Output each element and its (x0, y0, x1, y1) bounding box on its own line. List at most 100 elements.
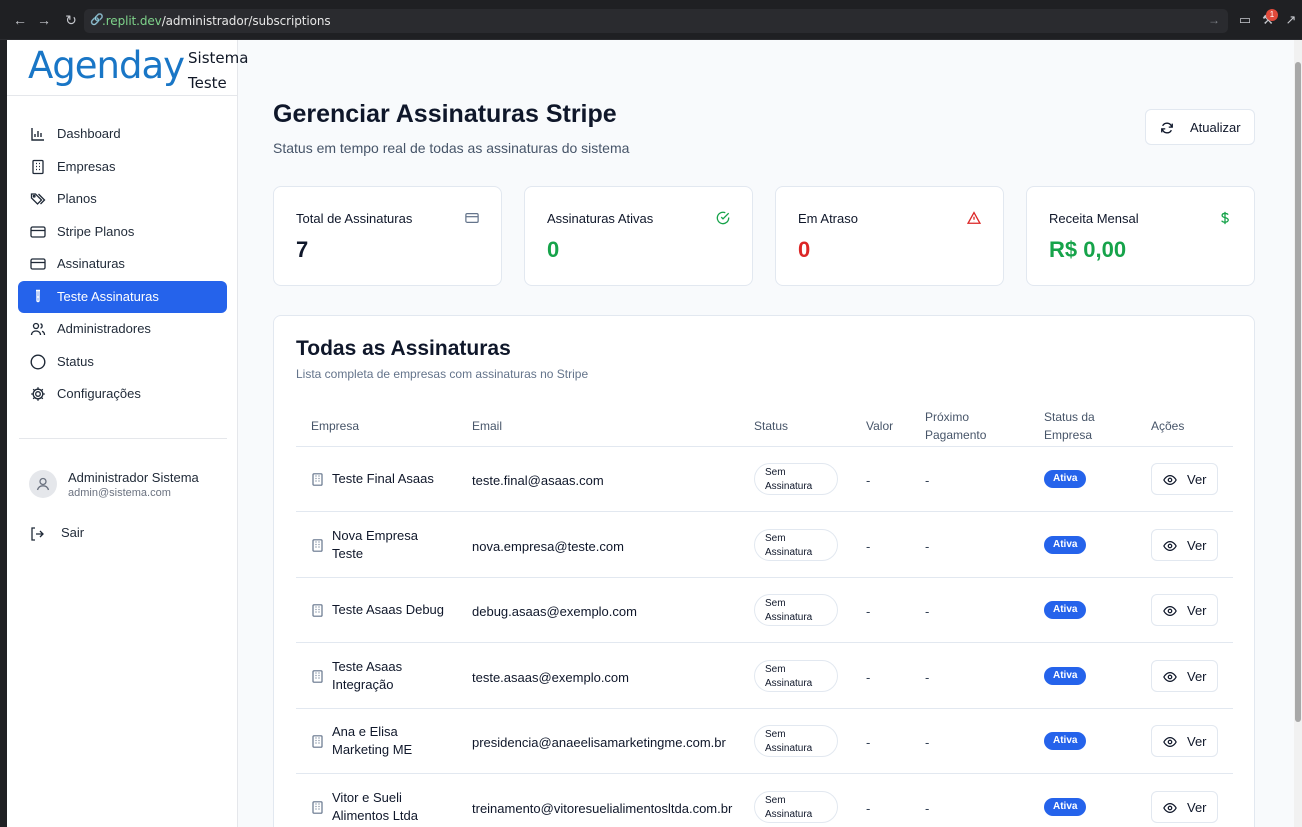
company-status-badge: Ativa (1044, 798, 1087, 816)
url-text: .replit.dev/administrador/subscriptions (102, 14, 331, 28)
table-row: Ana e Elisa Marketing ME presidencia@ana… (296, 709, 1233, 775)
sidebar-item-status[interactable]: Status (18, 346, 227, 378)
company-status-badge: Ativa (1044, 470, 1087, 488)
bar-chart-icon (31, 128, 44, 141)
table-row: Nova Empresa Teste nova.empresa@teste.co… (296, 513, 1233, 578)
company-name-line-2: Alimentos Ltda (332, 808, 418, 823)
header-status: Status (754, 419, 789, 433)
browser-toolbar: ← → ↻ 🔗 .replit.dev/administrador/subscr… (0, 0, 1302, 40)
sidebar-menu: Dashboard Empresas Planos Stripe Planos … (18, 118, 227, 411)
sidebar-item-assinaturas[interactable]: Assinaturas (18, 248, 227, 280)
header-empresa: Empresa (311, 419, 360, 433)
address-bar[interactable]: 🔗 .replit.dev/administrador/subscription… (84, 9, 1228, 33)
view-button[interactable]: Ver (1151, 528, 1218, 561)
company-status-badge: Ativa (1044, 732, 1087, 751)
company-email: teste.final@asaas.com (472, 473, 604, 488)
scrollbar-thumb[interactable] (1295, 62, 1301, 722)
valor-cell: - (866, 669, 871, 685)
company-name-line-1: Nova Empresa (332, 527, 418, 543)
table-row: Teste Asaas Debug debug.asaas@exemplo.co… (296, 578, 1233, 644)
company-name: Teste Final Asaas (332, 470, 462, 488)
eye-icon (1163, 606, 1177, 617)
page-title: Gerenciar Assinaturas Stripe (273, 100, 617, 128)
sidebar-item-label: Configurações (57, 386, 141, 401)
company-email: treinamento@vitoresuelialimentosltda.com… (472, 801, 733, 816)
sidebar-item-planos[interactable]: Planos (18, 183, 227, 215)
view-button-label: Ver (1187, 603, 1207, 619)
avatar[interactable] (29, 470, 57, 498)
table-row: Teste Final Asaas teste.final@asaas.com … (296, 447, 1233, 512)
company-email: debug.asaas@exemplo.com (472, 604, 637, 620)
test-tube-icon (36, 289, 40, 302)
proximo-pagamento-cell: - (925, 604, 930, 620)
external-link-icon[interactable]: ↗ (1283, 12, 1299, 28)
view-button[interactable]: Ver (1151, 659, 1218, 692)
header-email: Email (472, 419, 503, 433)
sidebar-item-configuracoes[interactable]: Configurações (18, 378, 227, 410)
valor-cell: - (866, 473, 871, 488)
proximo-pagamento-cell: - (925, 735, 930, 751)
stat-card-total: Total de Assinaturas 7 (273, 186, 502, 286)
status-line-2: Assinatura (765, 612, 813, 624)
subscription-status-badge: Sem Assinatura (754, 463, 838, 495)
valor-cell: - (866, 801, 871, 816)
sidebar-item-administradores[interactable]: Administradores (18, 313, 227, 345)
go-arrow-icon[interactable]: → (1208, 13, 1220, 27)
company-status-badge: Ativa (1044, 601, 1087, 620)
view-button[interactable]: Ver (1151, 463, 1218, 495)
eye-icon (1163, 803, 1177, 813)
logout-button[interactable]: Sair (29, 524, 129, 544)
building-icon (312, 473, 323, 486)
view-button[interactable]: Ver (1151, 725, 1218, 758)
view-button-label: Ver (1187, 668, 1207, 684)
stat-label: Em Atraso (798, 211, 858, 226)
company-status-badge: Ativa (1044, 666, 1087, 685)
valor-cell: - (866, 604, 871, 620)
gear-icon (31, 387, 45, 401)
sidebar-item-label: Planos (57, 191, 97, 206)
logo-area: Agenday Sistema Teste (7, 40, 248, 96)
status-line-1: Sem (765, 532, 786, 544)
valor-cell: - (866, 538, 871, 554)
company-name-line-1: Teste Asaas (332, 658, 403, 674)
credit-card-icon (30, 225, 46, 238)
building-icon (312, 538, 323, 552)
status-line-2: Assinatura (765, 546, 813, 558)
status-line-1: Sem (765, 729, 786, 741)
sidebar-item-label: Stripe Planos (57, 223, 135, 239)
company-name: Ana e Elisa Marketing ME (332, 723, 462, 759)
scrollbar[interactable] (1294, 40, 1302, 827)
company-name-line-2: Teste (332, 545, 364, 561)
sidebar-item-dashboard[interactable]: Dashboard (18, 118, 227, 150)
refresh-button[interactable]: Atualizar (1145, 109, 1255, 145)
sidebar-item-teste-assinaturas[interactable]: Teste Assinaturas (18, 280, 227, 313)
building-icon (32, 159, 44, 174)
table-row: Teste Asaas Integração teste.asaas@exemp… (296, 644, 1233, 709)
view-button[interactable]: Ver (1151, 594, 1218, 627)
header-status-empresa-line-1: Status da (1044, 410, 1095, 424)
company-name-line-1: Vitor e Sueli (332, 790, 402, 805)
device-icon[interactable]: ▭ (1237, 12, 1253, 28)
back-arrow-icon[interactable]: ← (12, 12, 28, 28)
header-status-empresa: Status da Empresa (1044, 408, 1095, 444)
header-proximo-line-1: Próximo (925, 410, 970, 424)
notification-badge: 1 (1266, 9, 1278, 21)
view-button-label: Ver (1187, 734, 1207, 750)
company-name-line-2: Integração (332, 676, 394, 692)
sidebar-divider (19, 438, 227, 439)
user-email: admin@sistema.com (68, 487, 171, 499)
sidebar-item-empresas[interactable]: Empresas (18, 151, 227, 183)
stat-label: Total de Assinaturas (296, 211, 413, 226)
company-name-line-1: Ana e Elisa (332, 724, 398, 740)
sidebar-item-stripe-planos[interactable]: Stripe Planos (18, 216, 227, 248)
view-button-label: Ver (1187, 537, 1207, 553)
sidebar-item-label: Assinaturas (57, 256, 125, 271)
view-button[interactable]: Ver (1151, 791, 1218, 823)
forward-arrow-icon[interactable]: → (36, 12, 52, 28)
brand-logo[interactable]: Agenday (28, 44, 185, 87)
reload-icon[interactable]: ↻ (63, 12, 79, 28)
system-name-line-2: Teste (188, 74, 227, 92)
status-line-1: Sem (765, 663, 786, 675)
company-name: Nova Empresa Teste (332, 527, 462, 563)
user-icon (36, 477, 50, 491)
